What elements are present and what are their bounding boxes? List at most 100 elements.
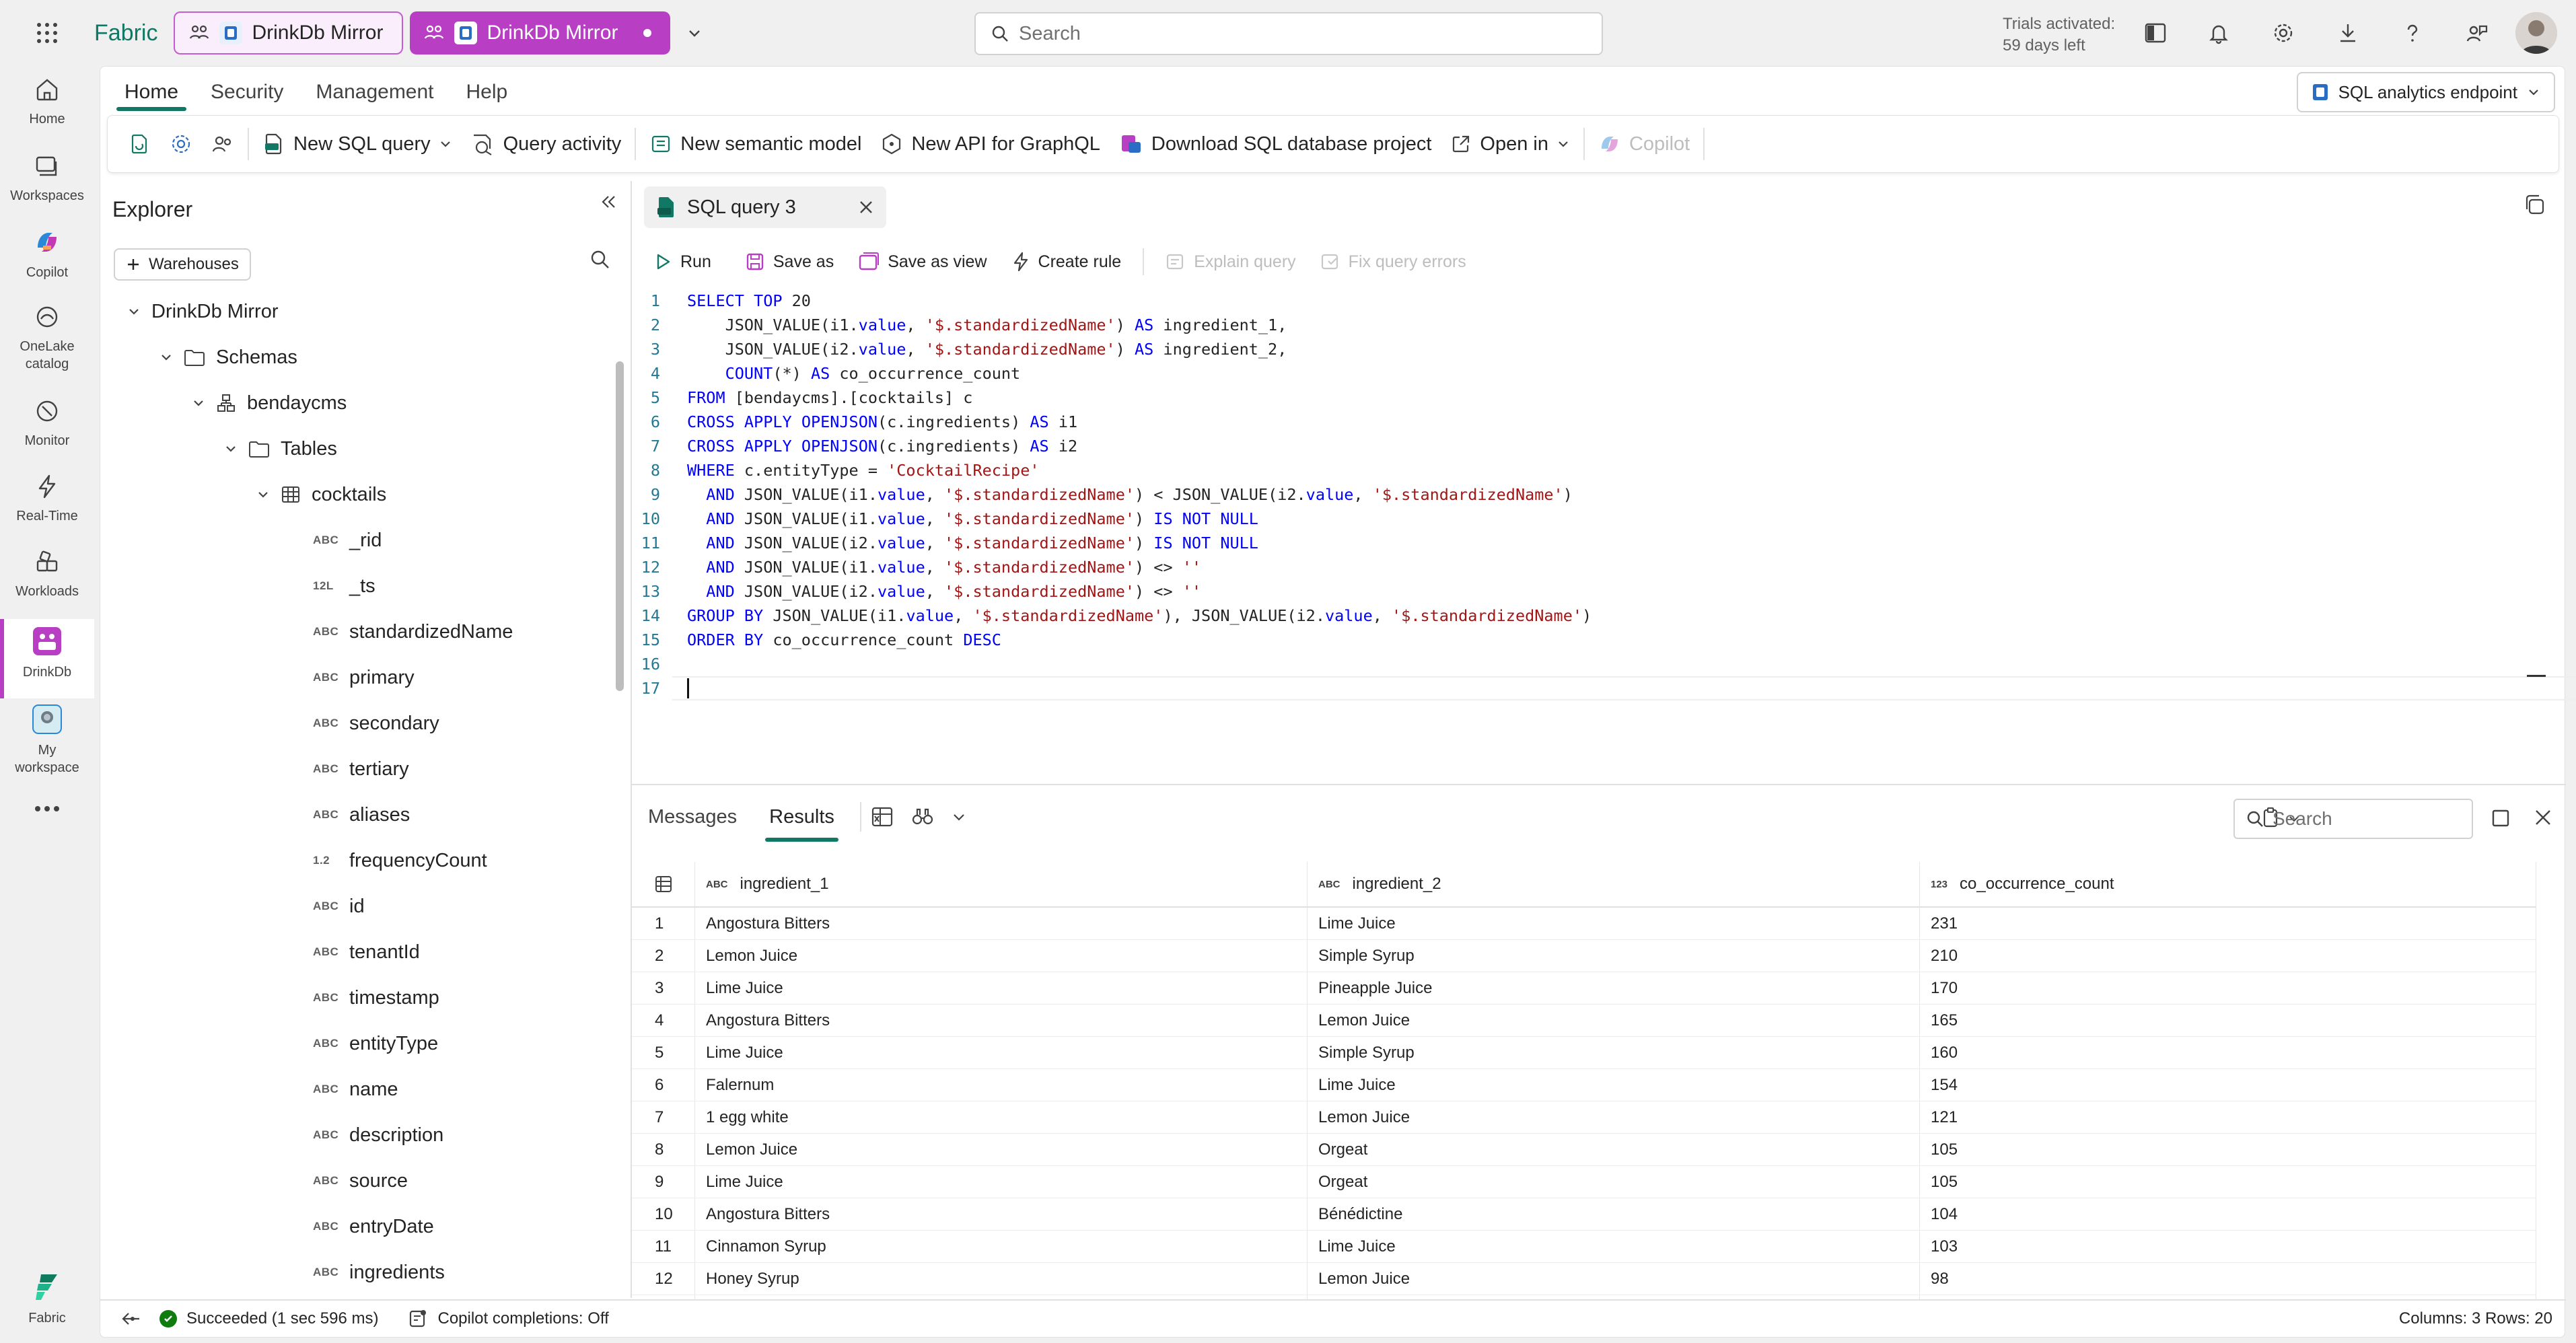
row-number-cell[interactable]: 1 <box>632 908 695 939</box>
chevron-down-icon[interactable] <box>686 25 703 41</box>
notifications-bell-icon[interactable] <box>2202 16 2235 50</box>
tree-node-column[interactable]: ABC id <box>313 883 365 929</box>
fix-errors-button[interactable]: Fix query errors <box>1311 244 1476 279</box>
tab-drinkdb-mirror-active[interactable]: DrinkDb Mirror <box>410 11 671 55</box>
tab-security[interactable]: Security <box>194 73 299 111</box>
ingredient-2-cell[interactable]: Lemon Juice <box>1308 1263 1920 1295</box>
query-status[interactable]: Succeeded (1 sec 596 ms) <box>186 1309 378 1328</box>
ingredient-1-cell[interactable]: Angostura Bitters <box>695 1198 1308 1230</box>
nav-more[interactable] <box>0 805 94 820</box>
global-search-input[interactable]: Search <box>974 12 1603 55</box>
download-project-button[interactable]: Download SQL database project <box>1110 122 1441 166</box>
nav-fabric-home[interactable]: Fabric <box>0 1272 94 1327</box>
row-number-cell[interactable]: 9 <box>632 1166 695 1198</box>
tree-node-column[interactable]: ABC tertiary <box>313 746 409 792</box>
count-cell[interactable]: 103 <box>1920 1231 2536 1262</box>
row-number-cell[interactable]: 12 <box>632 1263 695 1295</box>
open-in-button[interactable]: Open in <box>1441 122 1579 166</box>
tab-results[interactable]: Results <box>753 792 851 842</box>
nav-workspaces[interactable]: Workspaces <box>0 152 94 205</box>
search-icon[interactable] <box>589 248 612 271</box>
table-row[interactable]: 9 Lime Juice Orgeat 105 <box>632 1166 2536 1198</box>
settings-button[interactable] <box>160 122 202 166</box>
tree-node-column[interactable]: ABC secondary <box>313 700 439 746</box>
app-launcher-icon[interactable] <box>0 0 94 66</box>
excel-icon[interactable] <box>871 806 894 828</box>
close-icon[interactable] <box>2534 808 2552 827</box>
count-cell[interactable]: 98 <box>1920 1263 2536 1295</box>
ingredient-1-cell[interactable]: Angostura Bitters <box>695 908 1308 939</box>
tree-node-column[interactable]: ABC source <box>313 1158 408 1204</box>
ingredient-1-cell[interactable]: Cinnamon Syrup <box>695 1231 1308 1262</box>
run-button[interactable]: Run <box>644 244 721 279</box>
ingredient-2-cell[interactable]: Simple Syrup <box>1308 940 1920 972</box>
query-tab[interactable]: SQL query 3 <box>644 186 886 228</box>
tree-node-column[interactable]: ABC ingredients <box>313 1249 445 1284</box>
tree-node-table[interactable]: cocktails <box>256 472 386 517</box>
tab-messages[interactable]: Messages <box>632 792 753 842</box>
new-sql-query-button[interactable]: New SQL query <box>253 122 462 166</box>
share-feedback-icon[interactable] <box>2460 16 2494 50</box>
tree-node-column[interactable]: ABC aliases <box>313 792 410 838</box>
row-number-cell[interactable]: 2 <box>632 940 695 972</box>
sql-editor[interactable]: 1 SELECT TOP 20 2 JSON_VALUE(i1.value, '$.… <box>632 289 2559 787</box>
tab-home[interactable]: Home <box>108 73 194 111</box>
ingredient-1-cell[interactable]: Lime Juice <box>695 972 1308 1004</box>
tree-node-column[interactable]: ABC entryDate <box>313 1204 434 1249</box>
tree-node-column[interactable]: ABC primary <box>313 655 415 700</box>
count-cell[interactable]: 154 <box>1920 1069 2536 1101</box>
table-row[interactable]: 10 Angostura Bitters Bénédictine 104 <box>632 1198 2536 1231</box>
row-number-cell[interactable]: 10 <box>632 1198 695 1230</box>
ingredient-1-cell[interactable]: Honey Syrup <box>695 1263 1308 1295</box>
chevron-down-icon[interactable] <box>159 351 173 364</box>
tree-node-column[interactable]: ABC _rid <box>313 517 382 563</box>
ingredient-1-cell[interactable]: Lemon Juice <box>695 1134 1308 1165</box>
table-row[interactable]: 2 Lemon Juice Simple Syrup 210 <box>632 940 2536 972</box>
close-icon[interactable] <box>858 199 874 215</box>
ingredient-1-cell[interactable]: Falernum <box>695 1069 1308 1101</box>
table-row[interactable]: 1 Angostura Bitters Lime Juice 231 <box>632 908 2536 940</box>
chevron-down-icon[interactable] <box>127 305 141 318</box>
table-row[interactable]: 6 Falernum Lime Juice 154 <box>632 1069 2536 1101</box>
count-cell[interactable]: 105 <box>1920 1134 2536 1165</box>
tab-management[interactable]: Management <box>299 73 450 111</box>
tree-node-column[interactable]: 1.2 frequencyCount <box>313 838 487 883</box>
ingredient-2-cell[interactable]: Bénédictine <box>1308 1198 1920 1230</box>
add-warehouses-button[interactable]: Warehouses <box>114 248 251 281</box>
chevron-down-icon[interactable] <box>224 442 238 456</box>
row-number-cell[interactable]: 7 <box>632 1101 695 1133</box>
new-semantic-model-button[interactable]: New semantic model <box>640 122 871 166</box>
nav-workloads[interactable]: Workloads <box>0 548 94 600</box>
nav-monitor[interactable]: Monitor <box>0 397 94 449</box>
tree-node-schemas[interactable]: Schemas <box>159 334 297 380</box>
tree-node-column[interactable]: ABC description <box>313 1112 443 1158</box>
create-rule-button[interactable]: Create rule <box>1002 244 1131 279</box>
nav-onelake-catalog[interactable]: OneLake catalog <box>0 303 94 373</box>
row-number-cell[interactable]: 11 <box>632 1231 695 1262</box>
row-number-cell[interactable]: 6 <box>632 1069 695 1101</box>
table-row[interactable]: 12 Honey Syrup Lemon Juice 98 <box>632 1263 2536 1295</box>
count-cell[interactable]: 231 <box>1920 908 2536 939</box>
ingredient-1-cell[interactable]: Lime Juice <box>695 1037 1308 1068</box>
count-cell[interactable]: 170 <box>1920 972 2536 1004</box>
ingredient-1-cell[interactable]: Angostura Bitters <box>695 1005 1308 1036</box>
query-activity-button[interactable]: Query activity <box>462 122 631 166</box>
ingredient-2-cell[interactable]: Orgeat <box>1308 1166 1920 1198</box>
column-header-co-occurrence-count[interactable]: 123 co_occurrence_count <box>1920 862 2536 906</box>
select-all-cell[interactable] <box>632 862 695 906</box>
save-as-button[interactable]: Save as <box>736 244 843 279</box>
brand-name[interactable]: Fabric <box>94 20 157 46</box>
tree-node-schema[interactable]: bendaycms <box>192 380 347 426</box>
ingredient-1-cell[interactable]: Lemon Juice <box>695 940 1308 972</box>
tree-node-column[interactable]: ABC standardizedName <box>313 609 513 655</box>
row-number-cell[interactable]: 3 <box>632 972 695 1004</box>
count-cell[interactable]: 121 <box>1920 1101 2536 1133</box>
nav-my-workspace[interactable]: My workspace <box>0 704 94 776</box>
user-avatar[interactable] <box>2515 12 2557 54</box>
copilot-button[interactable]: Copilot <box>1589 122 1699 166</box>
trial-status[interactable]: Trials activated: 59 days left <box>2003 13 2115 57</box>
nav-home[interactable]: Home <box>0 75 94 128</box>
endpoint-selector[interactable]: SQL analytics endpoint <box>2296 72 2555 112</box>
results-search-input[interactable]: Search <box>2233 799 2473 839</box>
new-api-graphql-button[interactable]: New API for GraphQL <box>871 122 1109 166</box>
